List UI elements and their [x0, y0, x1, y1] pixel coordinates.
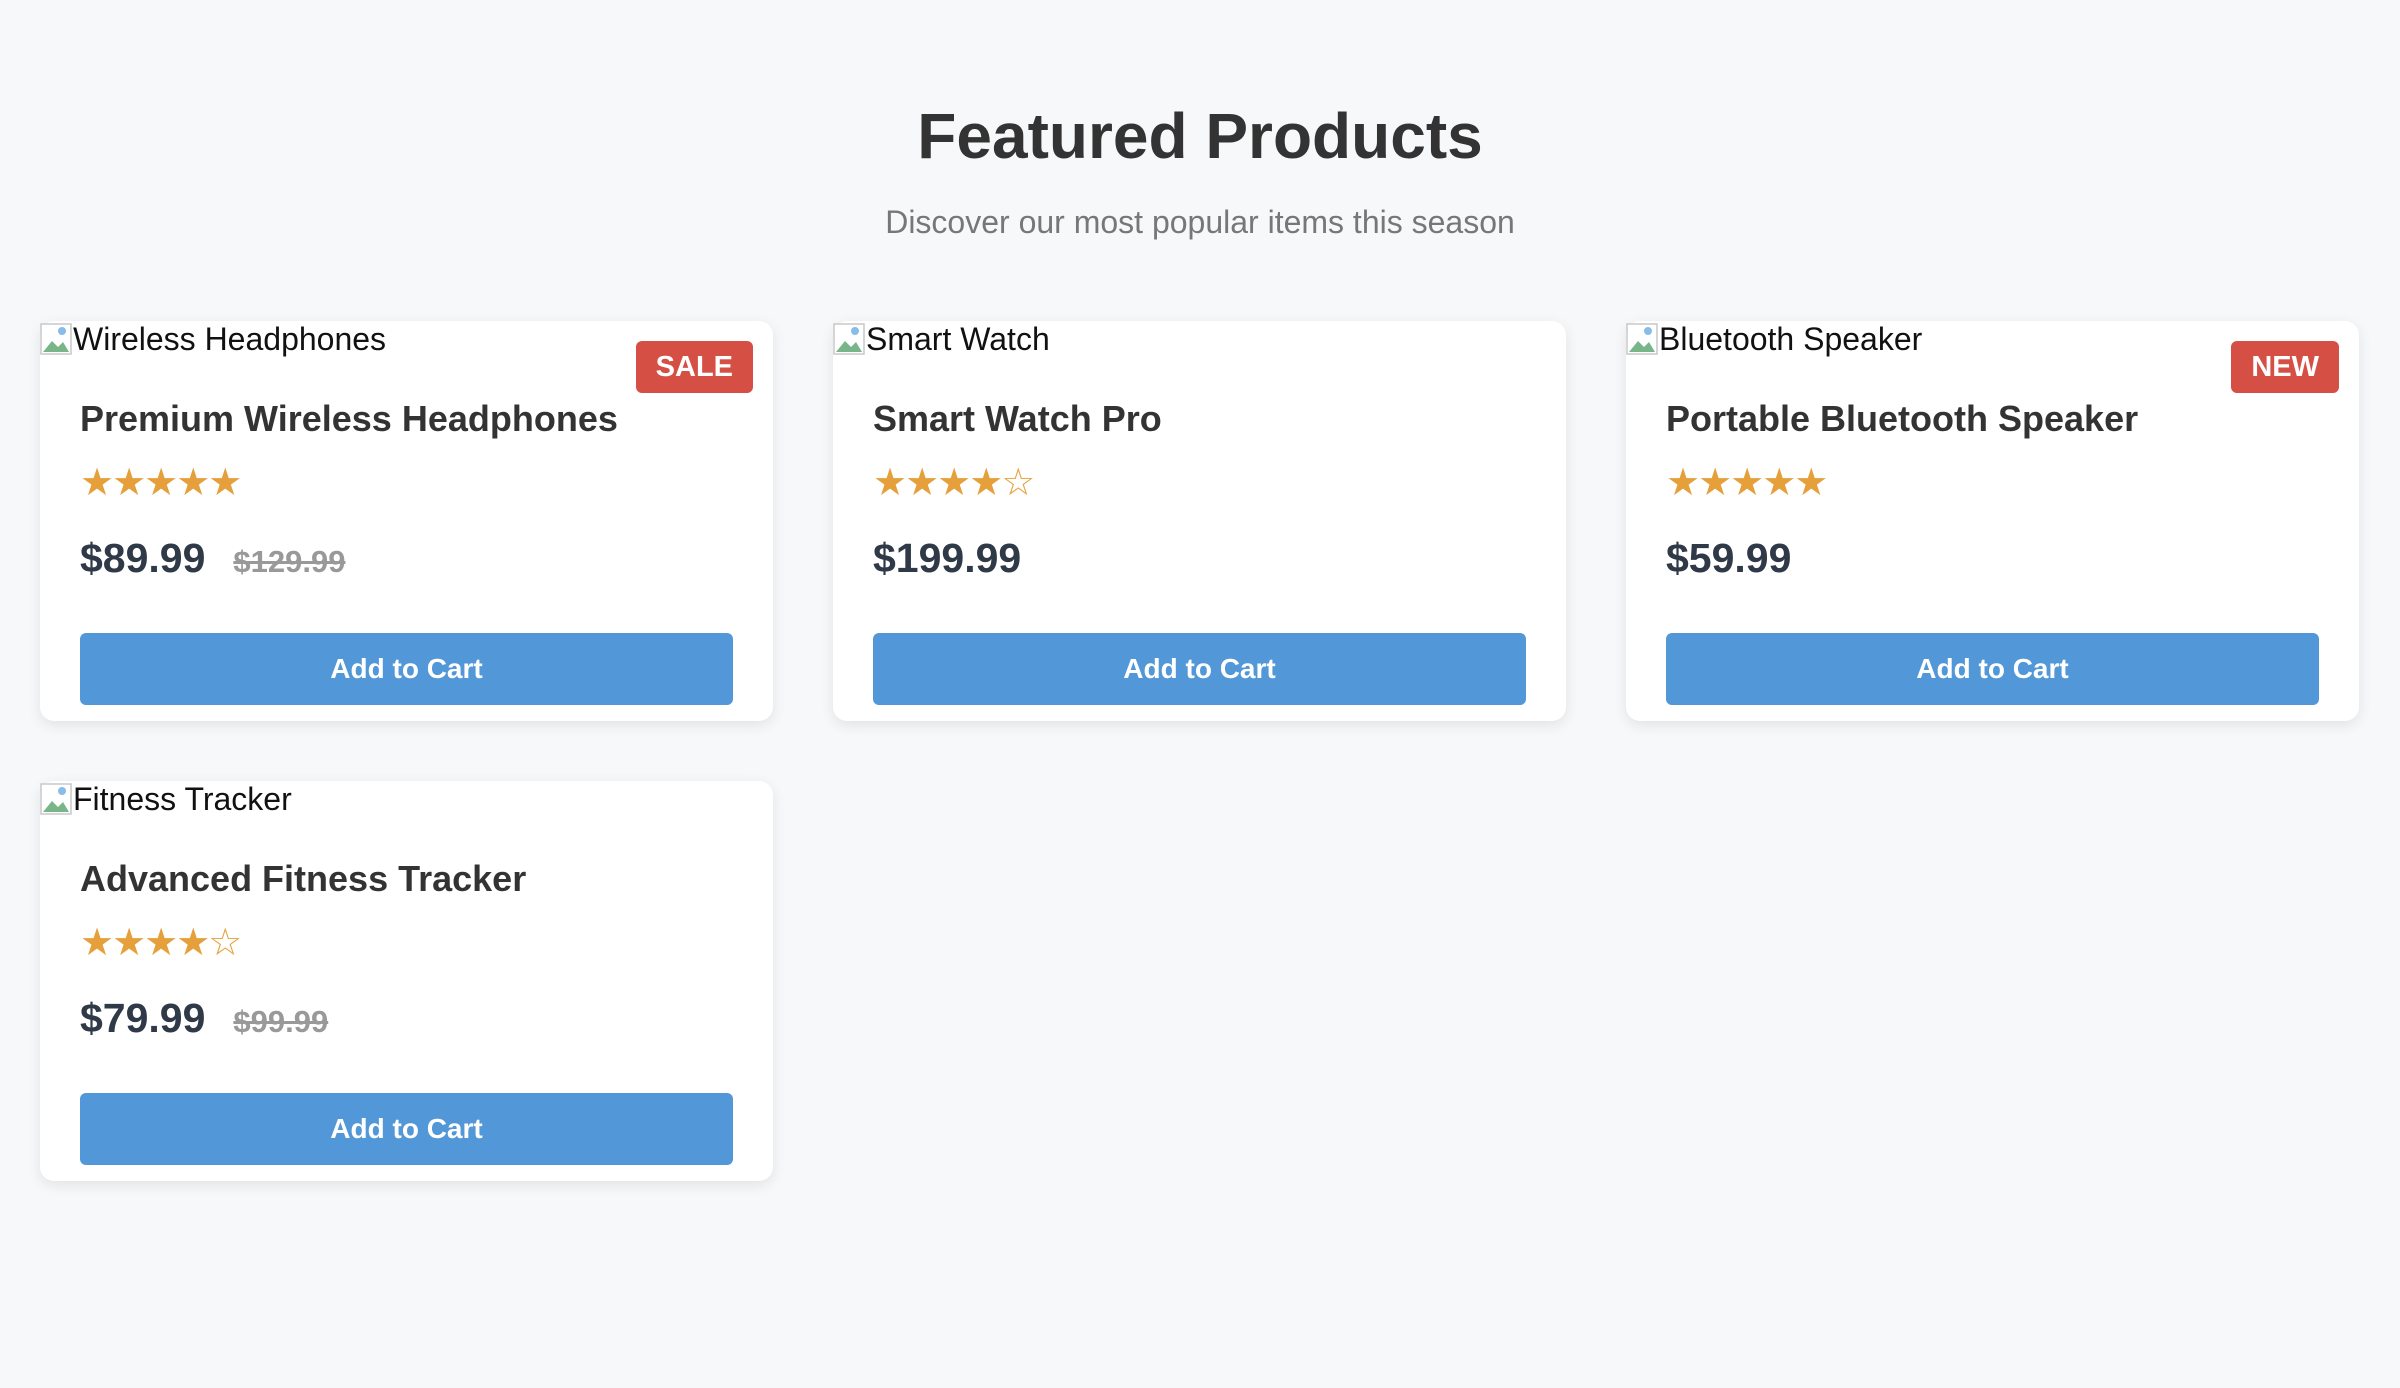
product-name[interactable]: Advanced Fitness Tracker: [80, 859, 733, 899]
broken-image-icon: [40, 323, 72, 355]
rating-stars: ★★★★☆: [80, 922, 242, 964]
rating-stars: ★★★★★: [80, 462, 242, 504]
add-to-cart-button[interactable]: Add to Cart: [873, 633, 1526, 705]
card-body: Smart Watch Pro ★★★★☆ $199.99 Add to Car…: [873, 399, 1526, 705]
sale-badge: SALE: [635, 341, 753, 393]
product-name[interactable]: Smart Watch Pro: [873, 399, 1526, 439]
broken-image-icon: [40, 783, 72, 815]
price-row: $199.99: [873, 535, 1526, 581]
product-card: Fitness Tracker Advanced Fitness Tracker…: [40, 781, 773, 1181]
image-alt-text: Fitness Tracker: [73, 781, 292, 817]
product-card: Smart Watch Smart Watch Pro ★★★★☆ $199.9…: [833, 321, 1566, 721]
product-image[interactable]: Wireless Headphones: [40, 321, 386, 357]
rating-stars: ★★★★★: [1666, 462, 1828, 504]
broken-image-icon: [1626, 323, 1658, 355]
price-row: $89.99 $129.99: [80, 535, 733, 581]
add-to-cart-button[interactable]: Add to Cart: [80, 1093, 733, 1165]
product-image[interactable]: Fitness Tracker: [40, 781, 292, 817]
add-to-cart-button[interactable]: Add to Cart: [80, 633, 733, 705]
page-title: Featured Products: [917, 100, 1483, 172]
price: $79.99: [80, 995, 206, 1041]
product-name[interactable]: Portable Bluetooth Speaker: [1666, 399, 2319, 439]
product-name[interactable]: Premium Wireless Headphones: [80, 399, 733, 439]
product-image[interactable]: Smart Watch: [833, 321, 1050, 357]
product-grid: Wireless Headphones SALE Premium Wireles…: [40, 321, 2360, 1181]
page: { "header": { "title": "Featured Product…: [0, 0, 2400, 1388]
image-alt-text: Bluetooth Speaker: [1659, 321, 1923, 357]
price: $59.99: [1666, 535, 1792, 581]
card-body: Advanced Fitness Tracker ★★★★☆ $79.99 $9…: [80, 859, 733, 1165]
original-price: $99.99: [233, 1004, 329, 1039]
product-card: Bluetooth Speaker NEW Portable Bluetooth…: [1626, 321, 2359, 721]
card-body: Premium Wireless Headphones ★★★★★ $89.99…: [80, 399, 733, 705]
broken-image-icon: [833, 323, 865, 355]
product-card: Wireless Headphones SALE Premium Wireles…: [40, 321, 773, 721]
price: $199.99: [873, 535, 1022, 581]
new-badge: NEW: [2231, 341, 2339, 393]
original-price: $129.99: [233, 544, 346, 579]
price-row: $59.99: [1666, 535, 2319, 581]
rating-stars: ★★★★☆: [873, 462, 1035, 504]
image-alt-text: Wireless Headphones: [73, 321, 387, 357]
card-body: Portable Bluetooth Speaker ★★★★★ $59.99 …: [1666, 399, 2319, 705]
image-alt-text: Smart Watch: [866, 321, 1050, 357]
product-image[interactable]: Bluetooth Speaker: [1626, 321, 1922, 357]
add-to-cart-button[interactable]: Add to Cart: [1666, 633, 2319, 705]
price: $89.99: [80, 535, 206, 581]
price-row: $79.99 $99.99: [80, 995, 733, 1041]
page-subtitle: Discover our most popular items this sea…: [885, 204, 1515, 240]
